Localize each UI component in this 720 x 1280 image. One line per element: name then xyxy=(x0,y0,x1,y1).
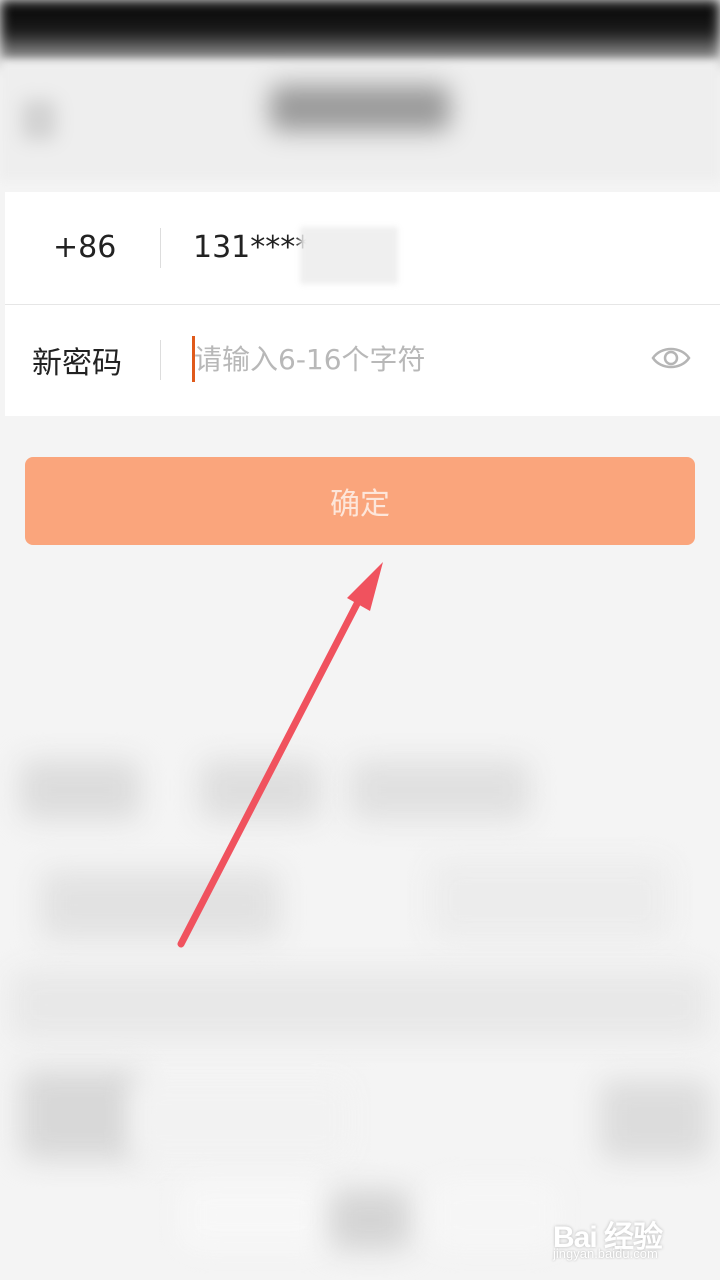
blurred-content xyxy=(0,700,720,1280)
country-code[interactable]: +86 xyxy=(53,230,116,265)
watermark-url: jingyan.baidu.com xyxy=(553,1246,658,1261)
watermark: Bai 经验 jingyan.baidu.com xyxy=(553,1212,713,1268)
password-label: 新密码 xyxy=(32,346,122,381)
password-input[interactable] xyxy=(194,334,614,384)
reset-password-form: +86 131**** 新密码 xyxy=(5,192,720,416)
header-bar xyxy=(0,60,720,180)
phone-row: +86 131**** xyxy=(5,192,720,305)
confirm-button[interactable]: 确定 xyxy=(25,457,695,545)
password-row: 新密码 xyxy=(5,304,720,416)
divider xyxy=(160,228,161,268)
divider xyxy=(160,340,161,380)
eye-icon[interactable] xyxy=(651,338,691,378)
phone-number: 131**** xyxy=(193,230,311,265)
phone-mask xyxy=(300,227,398,284)
back-button[interactable] xyxy=(22,100,56,140)
page-title xyxy=(270,85,450,131)
